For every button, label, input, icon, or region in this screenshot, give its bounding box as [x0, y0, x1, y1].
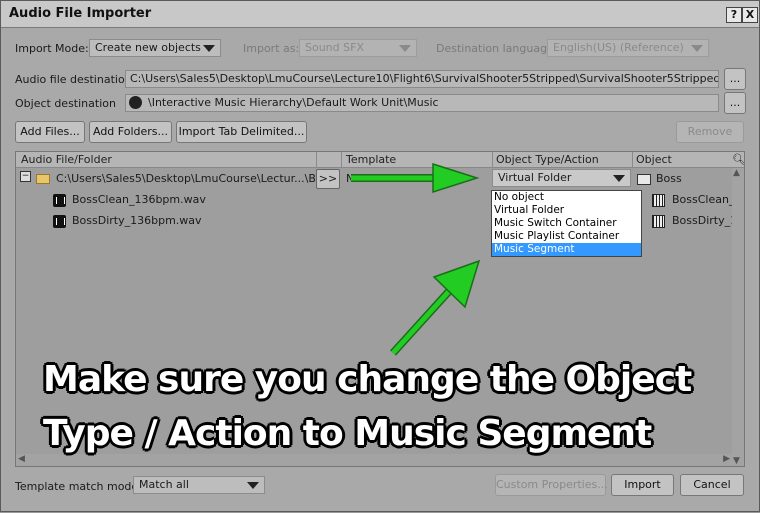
- up-arrow-icon: [390, 259, 481, 356]
- right-arrow-icon: [351, 162, 480, 194]
- audio-file-importer-window: Audio File Importer ? X Import Mode: Cre…: [0, 0, 760, 512]
- caption-line-1: Make sure you change the Object: [43, 359, 692, 400]
- caption-line-2: Type / Action to Music Segment: [43, 413, 652, 454]
